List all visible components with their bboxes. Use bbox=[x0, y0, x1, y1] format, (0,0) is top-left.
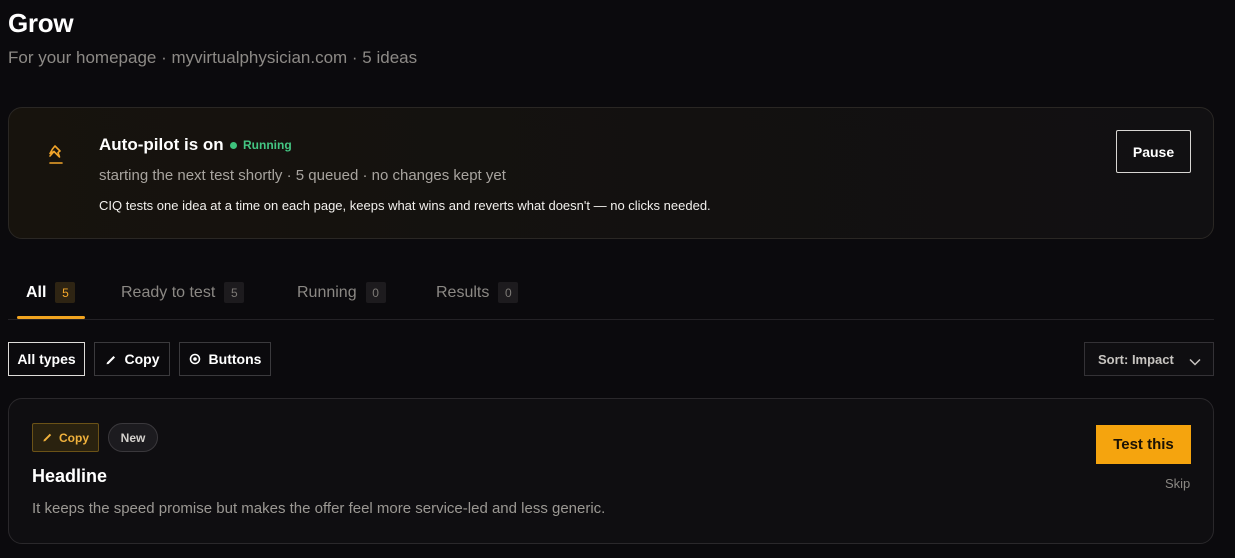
autopilot-status-badge: Running bbox=[230, 138, 292, 152]
new-badge: New bbox=[108, 423, 158, 452]
tab-count-badge: 0 bbox=[365, 282, 386, 303]
autopilot-panel: Auto-pilot is on Running starting the ne… bbox=[8, 107, 1214, 239]
filter-buttons-button[interactable]: Buttons bbox=[179, 342, 271, 376]
filter-copy-button[interactable]: Copy bbox=[94, 342, 170, 376]
pause-button[interactable]: Pause bbox=[1116, 130, 1191, 173]
page-title: Grow bbox=[8, 8, 74, 38]
tab-label: Results bbox=[436, 283, 490, 301]
idea-type-badge: Copy bbox=[32, 423, 99, 452]
cursor-click-icon bbox=[189, 353, 201, 365]
status-dot-icon bbox=[230, 141, 237, 149]
idea-tabs: All 5 Ready to test 5 Running 0 Results … bbox=[8, 270, 1214, 320]
filter-label: Buttons bbox=[208, 351, 262, 367]
pin-icon bbox=[47, 144, 67, 166]
filter-all-types-button[interactable]: All types bbox=[8, 342, 85, 376]
page-subtitle: For your homepage · myvirtualphysician.c… bbox=[8, 48, 418, 67]
tab-all[interactable]: All 5 bbox=[26, 282, 76, 303]
tab-count-badge: 0 bbox=[498, 282, 519, 303]
tab-ready-to-test[interactable]: Ready to test 5 bbox=[121, 282, 245, 303]
idea-card: Copy New Headline It keeps the speed pro… bbox=[8, 398, 1214, 544]
autopilot-description: CIQ tests one idea at a time on each pag… bbox=[99, 198, 711, 213]
tab-running[interactable]: Running 0 bbox=[297, 282, 386, 303]
tab-count-badge: 5 bbox=[224, 282, 245, 303]
filter-label: Copy bbox=[124, 351, 160, 367]
tab-count-badge: 5 bbox=[55, 282, 76, 303]
autopilot-status-label: Running bbox=[243, 138, 292, 152]
test-this-button[interactable]: Test this bbox=[1096, 425, 1191, 464]
tab-label: All bbox=[26, 283, 47, 301]
idea-type-label: Copy bbox=[59, 430, 89, 445]
filter-label: All types bbox=[17, 351, 76, 367]
chevron-down-icon bbox=[1189, 354, 1201, 369]
sort-select[interactable]: Sort: Impact bbox=[1084, 342, 1214, 376]
skip-link[interactable]: Skip bbox=[1165, 476, 1190, 491]
idea-description: It keeps the speed promise but makes the… bbox=[32, 500, 606, 517]
autopilot-summary: starting the next test shortly · 5 queue… bbox=[99, 167, 506, 184]
active-tab-indicator bbox=[17, 316, 85, 319]
tab-results[interactable]: Results 0 bbox=[436, 282, 519, 303]
autopilot-title: Auto-pilot is on bbox=[99, 135, 224, 154]
idea-title: Headline bbox=[32, 466, 108, 486]
pencil-icon bbox=[42, 431, 53, 445]
pencil-icon bbox=[105, 353, 117, 365]
tab-label: Running bbox=[297, 283, 357, 301]
sort-label: Sort: Impact bbox=[1098, 351, 1174, 367]
tab-label: Ready to test bbox=[121, 283, 216, 301]
